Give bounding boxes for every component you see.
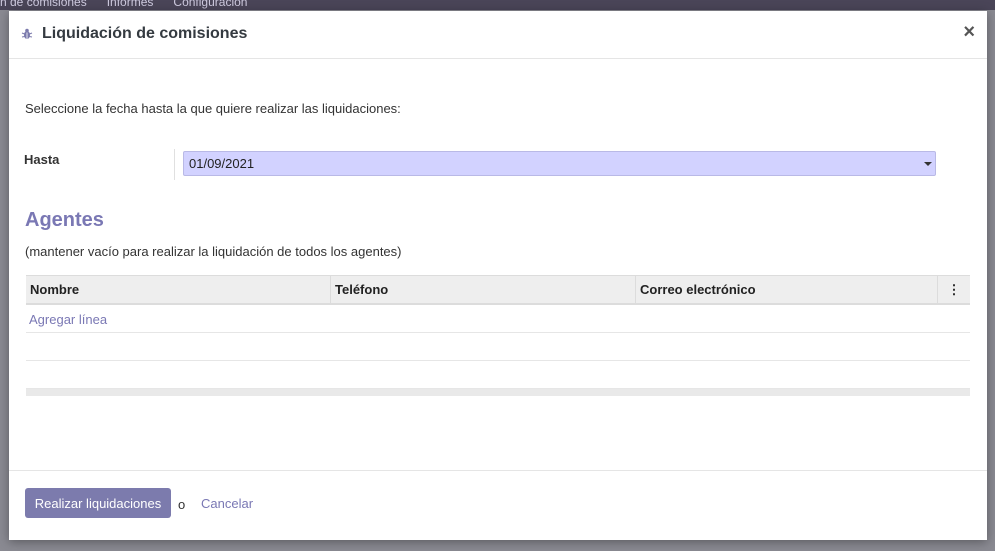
backdrop-navbar: n de comisiones Informes Configuración <box>0 0 995 10</box>
table-row <box>26 361 970 389</box>
dialog-footer: Realizar liquidaciones o Cancelar <box>9 470 987 541</box>
table-header: Nombre Teléfono Correo electrónico ⋮ <box>26 275 970 305</box>
caret-down-icon[interactable] <box>924 162 932 166</box>
backdrop-menu-item: Configuración <box>173 0 248 9</box>
intro-text: Seleccione la fecha hasta la que quiere … <box>25 101 401 116</box>
field-divider <box>174 149 175 180</box>
agents-section-title: Agentes <box>25 209 104 231</box>
table-row-add: Agregar línea <box>26 305 970 333</box>
cancel-link[interactable]: Cancelar <box>201 496 253 511</box>
backdrop-menu: n de comisiones Informes Configuración <box>0 0 247 9</box>
date-to-field[interactable]: 01/09/2021 <box>183 151 936 176</box>
add-line-link[interactable]: Agregar línea <box>29 312 107 327</box>
backdrop-menu-item: Informes <box>106 0 154 9</box>
backdrop-menu-item: n de comisiones <box>0 0 87 9</box>
table-footer <box>26 389 970 396</box>
or-text: o <box>178 497 186 512</box>
table-row <box>26 333 970 361</box>
date-to-value: 01/09/2021 <box>189 156 255 171</box>
column-header-phone[interactable]: Teléfono <box>331 276 636 303</box>
agents-table: Nombre Teléfono Correo electrónico ⋮ Agr… <box>26 275 970 396</box>
commission-settlement-dialog: Liquidación de comisiones × Seleccione l… <box>9 11 987 540</box>
run-settlement-button[interactable]: Realizar liquidaciones <box>25 488 171 518</box>
dialog-header: Liquidación de comisiones × <box>9 11 987 59</box>
vertical-dots-icon[interactable]: ⋮ <box>938 276 970 303</box>
column-header-name[interactable]: Nombre <box>26 276 331 303</box>
bug-icon <box>21 28 33 40</box>
dialog-title: Liquidación de comisiones <box>42 25 248 42</box>
close-button[interactable]: × <box>963 21 975 43</box>
agents-section-hint: (mantener vacío para realizar la liquida… <box>25 244 402 259</box>
column-header-email[interactable]: Correo electrónico <box>636 276 938 303</box>
date-field-label: Hasta <box>24 152 60 167</box>
